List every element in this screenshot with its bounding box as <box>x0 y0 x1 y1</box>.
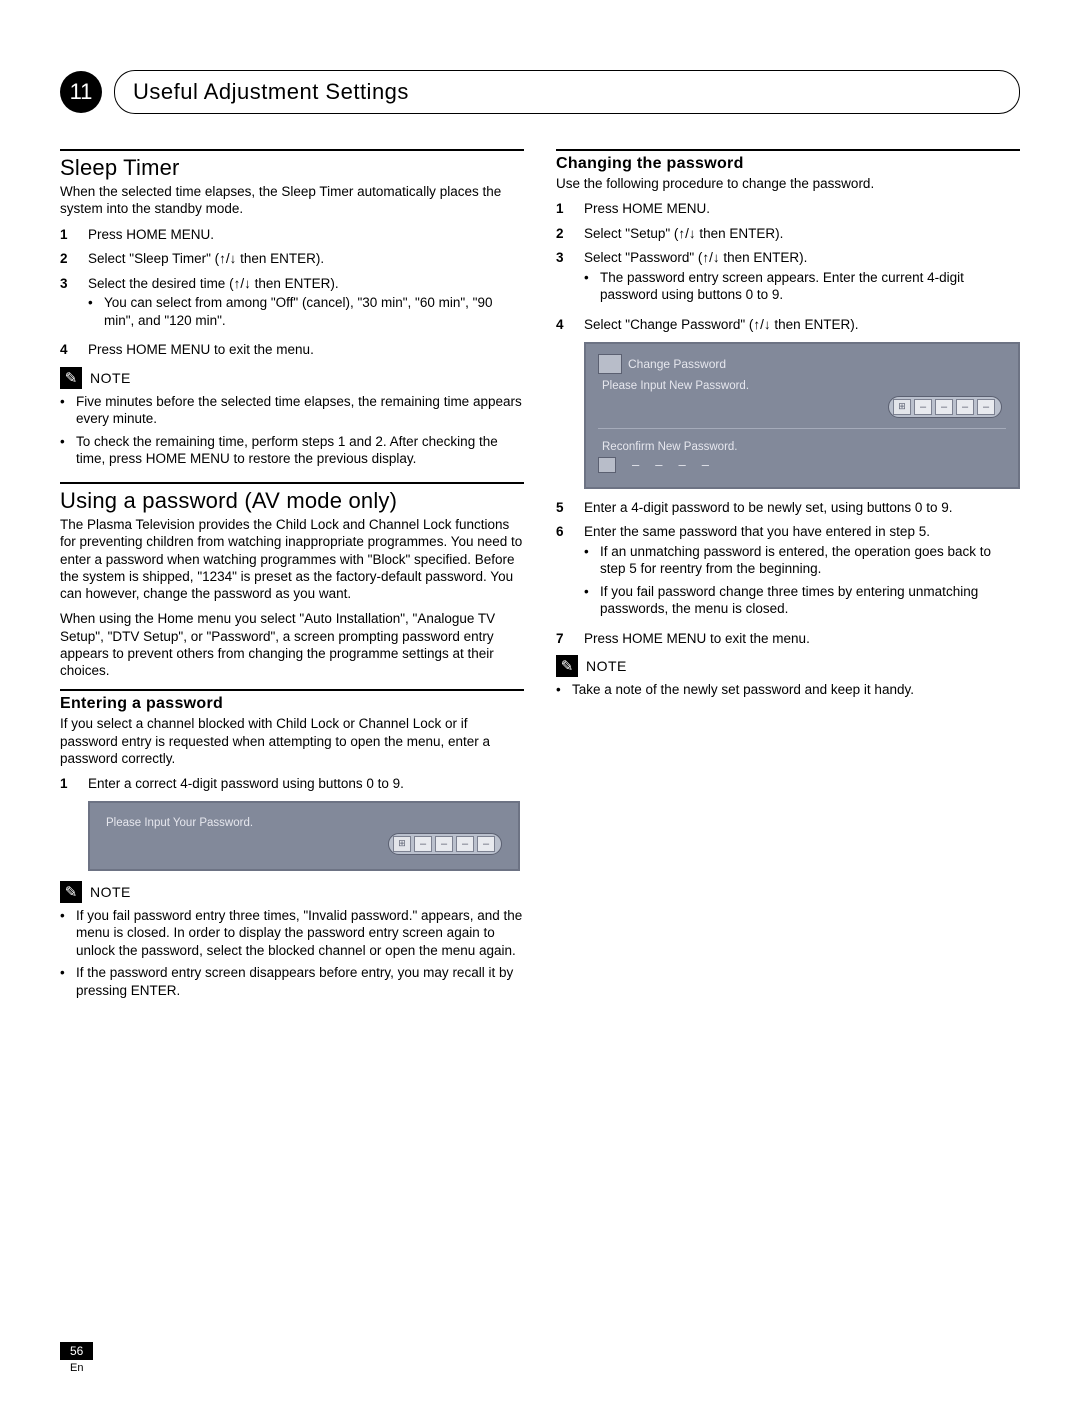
note-item: If the password entry screen disappears … <box>76 964 524 999</box>
digit-slot: – <box>702 457 709 472</box>
note-label: NOTE <box>90 884 131 900</box>
step-text: Press HOME MENU. <box>584 200 1020 218</box>
osd-prompt-reconfirm: Reconfirm New Password. <box>602 441 1006 453</box>
digit-slot: – <box>655 457 662 472</box>
divider <box>556 149 1020 151</box>
step-text: Select "Sleep Timer" (↑/↓ then ENTER). <box>88 250 524 268</box>
chapter-title: Useful Adjustment Settings <box>114 70 1020 114</box>
step-text: Select "Change Password" (↑/↓ then ENTER… <box>584 316 1020 334</box>
password-intro-2: When using the Home menu you select "Aut… <box>60 610 524 679</box>
step-text: Enter a correct 4-digit password using b… <box>88 775 524 793</box>
digit-slot: – <box>632 457 639 472</box>
step-text: Select "Password" (↑/↓ then ENTER). The … <box>584 249 1020 309</box>
sleep-timer-intro: When the selected time elapses, the Slee… <box>60 183 524 218</box>
sub-step: You can select from among "Off" (cancel)… <box>104 294 524 329</box>
sub-step: The password entry screen appears. Enter… <box>600 269 1020 304</box>
step-text: Select "Setup" (↑/↓ then ENTER). <box>584 225 1020 243</box>
entering-password-steps: 1Enter a correct 4-digit password using … <box>60 775 524 793</box>
digit-slot: – <box>414 836 432 852</box>
pencil-icon: ✎ <box>60 367 82 389</box>
sub-step: If you fail password change three times … <box>600 583 1020 618</box>
digit-slot: – <box>977 399 995 415</box>
digit-slot: – <box>477 836 495 852</box>
manual-page: 11 Useful Adjustment Settings Sleep Time… <box>0 0 1080 1410</box>
language-code: En <box>70 1362 93 1374</box>
entering-password-heading: Entering a password <box>60 695 524 713</box>
note-label: NOTE <box>586 658 627 674</box>
page-footer: 56 En <box>60 1342 93 1374</box>
page-number: 56 <box>60 1342 93 1360</box>
step-text: Press HOME MENU to exit the menu. <box>88 341 524 359</box>
sleep-timer-heading: Sleep Timer <box>60 155 524 181</box>
password-input-pill: ⊞ – – – – <box>888 396 1002 418</box>
note-item: To check the remaining time, perform ste… <box>76 433 524 468</box>
note-item: Five minutes before the selected time el… <box>76 393 524 428</box>
divider <box>60 482 524 484</box>
note-header: ✎ NOTE <box>60 881 524 903</box>
digit-slot: – <box>435 836 453 852</box>
osd-change-password: Change Password Please Input New Passwor… <box>584 342 1020 489</box>
pencil-icon: ✎ <box>556 655 578 677</box>
step-text: Press HOME MENU to exit the menu. <box>584 630 1020 648</box>
digit-slot: – <box>935 399 953 415</box>
osd-title: Change Password <box>628 357 726 371</box>
keypad-icon <box>598 457 616 473</box>
keypad-icon: ⊞ <box>393 836 411 852</box>
pencil-icon: ✎ <box>60 881 82 903</box>
keypad-icon: ⊞ <box>893 399 911 415</box>
note-item: If you fail password entry three times, … <box>76 907 524 960</box>
change-notes: Take a note of the newly set password an… <box>556 681 1020 699</box>
step-text: Select the desired time (↑/↓ then ENTER)… <box>88 275 524 335</box>
note-header: ✎ NOTE <box>60 367 524 389</box>
step-text: Enter the same password that you have en… <box>584 523 1020 623</box>
right-column: Changing the password Use the following … <box>556 149 1020 1004</box>
divider <box>60 689 524 691</box>
password-intro-1: The Plasma Television provides the Child… <box>60 516 524 602</box>
step-text: Press HOME MENU. <box>88 226 524 244</box>
sub-step: If an unmatching password is entered, th… <box>600 543 1020 578</box>
osd-prompt: Please Input Your Password. <box>106 817 253 829</box>
changing-password-steps: 1Press HOME MENU. 2Select "Setup" (↑/↓ t… <box>556 200 1020 333</box>
digit-slot: – <box>678 457 685 472</box>
changing-password-intro: Use the following procedure to change th… <box>556 175 1020 192</box>
sleep-notes: Five minutes before the selected time el… <box>60 393 524 468</box>
chapter-number-badge: 11 <box>60 71 102 113</box>
left-column: Sleep Timer When the selected time elaps… <box>60 149 524 1004</box>
password-heading: Using a password (AV mode only) <box>60 488 524 514</box>
osd-enter-password: Please Input Your Password. ⊞ – – – – <box>88 801 520 871</box>
entering-password-intro: If you select a channel blocked with Chi… <box>60 715 524 767</box>
password-dash-row: – – – – <box>598 457 990 473</box>
note-label: NOTE <box>90 370 131 386</box>
enter-notes: If you fail password entry three times, … <box>60 907 524 1000</box>
chapter-header: 11 Useful Adjustment Settings <box>60 70 1020 114</box>
osd-window-icon <box>598 354 622 374</box>
step-text: Enter a 4-digit password to be newly set… <box>584 499 1020 517</box>
note-header: ✎ NOTE <box>556 655 1020 677</box>
digit-slot: – <box>456 836 474 852</box>
osd-prompt-new: Please Input New Password. <box>602 380 1006 392</box>
digit-slot: – <box>956 399 974 415</box>
changing-password-heading: Changing the password <box>556 155 1020 173</box>
note-item: Take a note of the newly set password an… <box>572 681 914 699</box>
divider <box>60 149 524 151</box>
changing-password-steps-cont: 5Enter a 4-digit password to be newly se… <box>556 499 1020 648</box>
digit-slot: – <box>914 399 932 415</box>
sleep-timer-steps: 1Press HOME MENU. 2Select "Sleep Timer" … <box>60 226 524 359</box>
password-input-pill: ⊞ – – – – <box>388 833 502 855</box>
